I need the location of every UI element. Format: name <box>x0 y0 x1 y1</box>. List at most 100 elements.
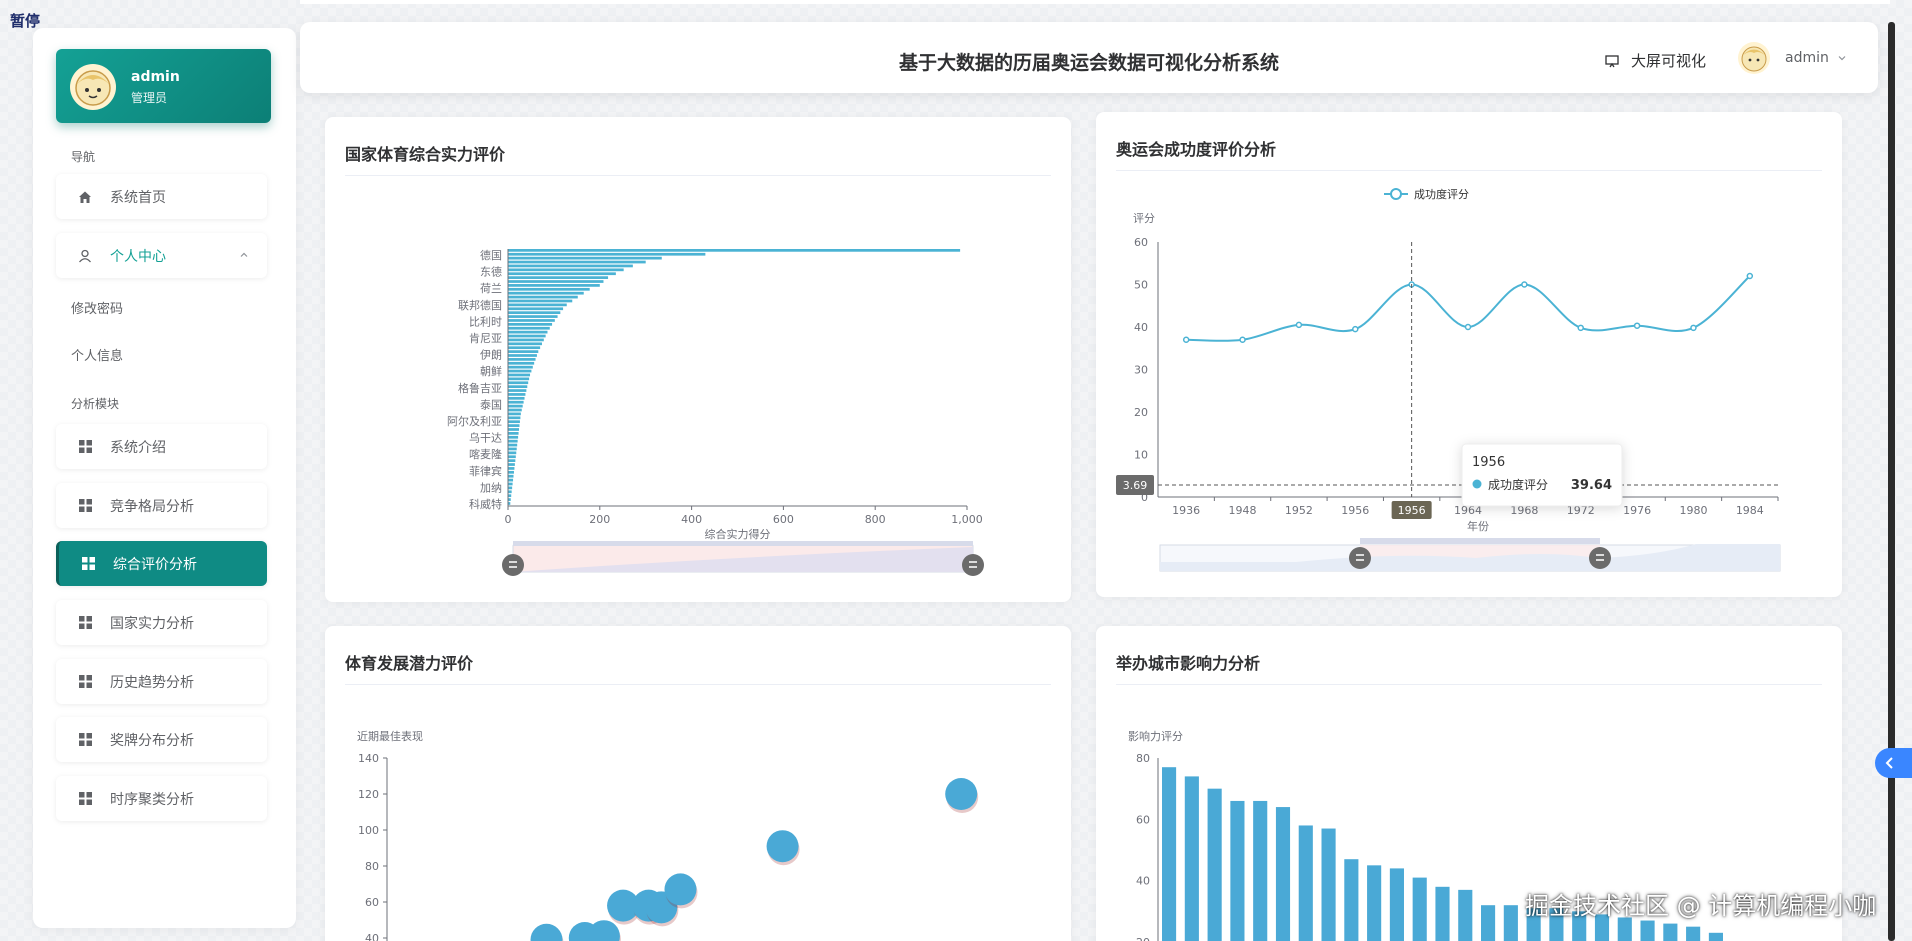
sidebar-item-national-strength[interactable]: 国家实力分析 <box>56 600 267 645</box>
sidebar-item-label: 时序聚类分析 <box>110 791 194 808</box>
bar <box>508 334 546 338</box>
scatter-point <box>587 920 620 941</box>
header: 基于大数据的历届奥运会数据可视化分析系统 大屏可视化 admin <box>300 22 1878 93</box>
grid-icon <box>79 555 97 573</box>
y-tick-label: 140 <box>358 752 379 765</box>
bar <box>508 432 519 435</box>
bar <box>508 424 520 427</box>
sidebar-item-label: 系统介绍 <box>110 439 166 456</box>
sidebar-item-history-trend[interactable]: 历史趋势分析 <box>56 659 267 704</box>
country-strength-chart: 德国东德荷兰联邦德国比利时肯尼亚伊朗朝鲜格鲁吉亚泰国阿尔及利亚乌干达喀麦隆菲律宾… <box>447 248 984 576</box>
y-axis-title: 影响力评分 <box>1128 730 1183 743</box>
bar <box>508 346 541 350</box>
nav-section-label: 导航 <box>71 150 96 164</box>
chevron-down-icon <box>1837 53 1847 63</box>
x-tick-label: 400 <box>681 513 702 526</box>
bar <box>508 338 544 342</box>
x-tick-label: 1948 <box>1229 504 1257 517</box>
bar <box>508 249 961 252</box>
bar <box>508 470 514 474</box>
zoom-handle-grip <box>509 561 517 563</box>
bar <box>508 439 518 443</box>
sidebar-item-temporal-cluster[interactable]: 时序聚类分析 <box>56 776 267 821</box>
y-tick-label: 联邦德国 <box>458 298 502 312</box>
sidebar-item-home[interactable]: 系统首页 <box>56 174 267 219</box>
sidebar-item-label: 国家实力分析 <box>110 615 194 632</box>
bar <box>508 365 533 369</box>
sidebar-item-personal-center[interactable]: 个人中心 <box>56 233 267 278</box>
sidebar-item-competition[interactable]: 竞争格局分析 <box>56 483 267 528</box>
y-tick-label: 40 <box>365 932 379 941</box>
bar <box>508 455 516 459</box>
bar <box>508 342 542 346</box>
data-point <box>1182 336 1190 343</box>
side-collapse-tab[interactable] <box>1875 748 1912 778</box>
submenu-item-change-password[interactable]: 修改密码 <box>71 298 123 317</box>
bar <box>508 303 567 307</box>
sidebar-item-system-intro[interactable]: 系统介绍 <box>56 424 267 469</box>
y-tick-label: 格鲁吉亚 <box>458 381 502 395</box>
bar <box>508 486 513 490</box>
sidebar-item-label: 历史趋势分析 <box>110 674 194 691</box>
bar <box>508 490 512 494</box>
data-point <box>1239 336 1246 343</box>
top-scrollbar <box>300 0 1890 4</box>
zoom-handle-grip <box>1356 554 1364 556</box>
zoom-handle-grip <box>969 566 977 568</box>
zoom-handle-grip <box>1356 559 1364 561</box>
zoom-handle-icon <box>502 554 524 576</box>
sidebar-item-medal-distribution[interactable]: 奖牌分布分析 <box>56 717 267 762</box>
x-tick-label: 200 <box>589 513 610 526</box>
grid-icon <box>76 614 94 632</box>
pause-label[interactable]: 暂停 <box>10 10 40 31</box>
bar <box>508 396 525 400</box>
bar <box>508 404 523 408</box>
y-tick-label: 80 <box>365 860 379 873</box>
submenu-item-personal-info[interactable]: 个人信息 <box>71 345 123 364</box>
y-tick-label: 荷兰 <box>480 282 502 295</box>
bar <box>1412 877 1427 941</box>
bigscreen-button[interactable]: 大屏可视化 <box>1605 50 1706 71</box>
y-tick-label: 100 <box>358 824 379 837</box>
bar <box>508 361 535 365</box>
bigscreen-label: 大屏可视化 <box>1631 52 1707 70</box>
x-axis-title: 综合实力得分 <box>705 527 771 541</box>
header-user-menu[interactable]: admin <box>1785 50 1847 66</box>
header-avatar[interactable] <box>1738 42 1770 74</box>
tooltip-box <box>1461 443 1623 507</box>
bar <box>508 287 590 291</box>
user-icon <box>76 247 94 265</box>
bar <box>508 400 524 404</box>
bar <box>508 459 516 462</box>
data-point <box>1464 323 1472 331</box>
bar <box>1253 800 1268 941</box>
bar <box>508 443 518 447</box>
avatar <box>70 64 116 110</box>
bar <box>508 326 550 330</box>
bar <box>1389 868 1404 941</box>
bar <box>1481 905 1496 941</box>
y-tick-label: 加纳 <box>480 481 502 494</box>
zoom-handle-grip <box>969 561 977 563</box>
bar <box>1640 920 1655 941</box>
x-axis-title: 年份 <box>1467 519 1489 533</box>
y-tick-label: 比利时 <box>469 315 502 328</box>
bar <box>508 315 558 318</box>
x-tick-label: 1,000 <box>951 513 983 526</box>
bar <box>1686 926 1701 941</box>
y-tick-label: 伊朗 <box>480 349 502 362</box>
bar <box>508 428 520 431</box>
y-axis-title: 评分 <box>1133 212 1155 225</box>
grid-icon <box>76 438 94 456</box>
y-tick-label: 朝鲜 <box>480 364 502 378</box>
right-scrollbar[interactable] <box>1888 22 1895 941</box>
bar <box>1184 776 1199 941</box>
bar <box>1275 807 1291 941</box>
bar <box>508 416 521 420</box>
data-point <box>1690 324 1697 332</box>
bar <box>508 272 616 276</box>
x-tick-label: 1980 <box>1679 504 1707 517</box>
bar <box>508 307 564 311</box>
sidebar-item-comprehensive[interactable]: 综合评价分析 <box>56 541 267 586</box>
home-icon <box>76 188 94 206</box>
